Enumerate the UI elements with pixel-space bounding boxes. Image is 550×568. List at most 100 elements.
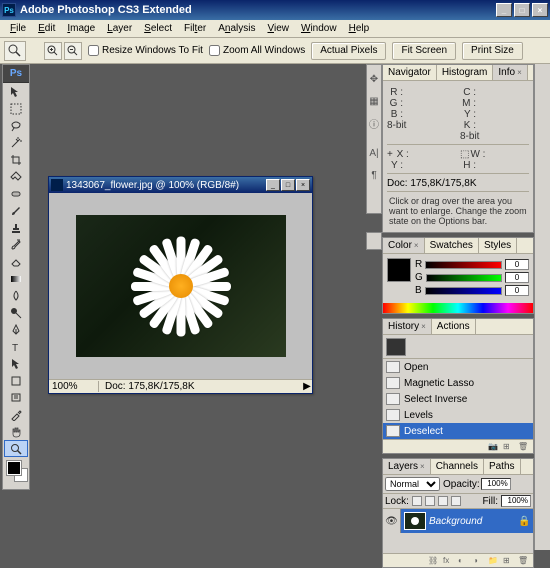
menu-layer[interactable]: Layer: [101, 21, 138, 36]
g-slider[interactable]: [426, 274, 502, 282]
delete-layer-button[interactable]: 🗑: [518, 556, 530, 566]
type-tool[interactable]: T: [4, 338, 28, 355]
visibility-toggle[interactable]: 👁: [383, 509, 401, 533]
opacity-value[interactable]: 100%: [481, 478, 511, 490]
navigator-tab[interactable]: Navigator: [383, 65, 437, 80]
spectrum-ramp[interactable]: [383, 303, 533, 313]
image-canvas[interactable]: [76, 215, 286, 357]
blend-mode-select[interactable]: Normal: [385, 477, 440, 491]
menu-image[interactable]: Image: [61, 21, 101, 36]
brush-tool[interactable]: [4, 202, 28, 219]
ps-badge[interactable]: Ps: [3, 65, 29, 83]
marquee-tool[interactable]: [4, 100, 28, 117]
layer-name[interactable]: Background: [429, 516, 518, 527]
menu-window[interactable]: Window: [295, 21, 343, 36]
blur-tool[interactable]: [4, 287, 28, 304]
info-dock-icon[interactable]: ⓘ: [367, 113, 381, 133]
color-swatches[interactable]: [3, 459, 29, 485]
resize-windows-checkbox[interactable]: Resize Windows To Fit: [88, 45, 203, 56]
right-dock-edge[interactable]: [534, 64, 550, 550]
actual-pixels-button[interactable]: Actual Pixels: [311, 42, 386, 60]
styles-tab[interactable]: Styles: [479, 238, 517, 253]
link-layers-button[interactable]: ⛓: [428, 556, 440, 566]
menu-analysis[interactable]: Analysis: [212, 21, 261, 36]
swatches-tab[interactable]: Swatches: [425, 238, 479, 253]
history-item-open[interactable]: Open: [383, 359, 533, 375]
zoom-out-mode[interactable]: [64, 42, 82, 60]
color-swatch[interactable]: [387, 258, 411, 282]
shape-tool[interactable]: [4, 372, 28, 389]
slice-tool[interactable]: [4, 168, 28, 185]
zoom-field[interactable]: 100%: [49, 381, 99, 392]
color-tab[interactable]: Color×: [383, 238, 425, 253]
r-value[interactable]: 0: [505, 259, 529, 270]
print-size-button[interactable]: Print Size: [462, 42, 523, 60]
layer-thumbnail[interactable]: [404, 512, 426, 530]
history-item-select-inverse[interactable]: Select Inverse: [383, 391, 533, 407]
doc-close-button[interactable]: ×: [296, 179, 310, 191]
minimize-button[interactable]: _: [496, 3, 512, 17]
eyedropper-tool[interactable]: [4, 406, 28, 423]
wand-tool[interactable]: [4, 134, 28, 151]
doc-size-info[interactable]: Doc: 175,8K/175,8K: [99, 381, 302, 392]
zoom-all-checkbox[interactable]: Zoom All Windows: [209, 45, 305, 56]
foreground-color-swatch[interactable]: [7, 461, 21, 475]
history-brush-tool[interactable]: [4, 236, 28, 253]
fill-value[interactable]: 100%: [501, 495, 531, 507]
layer-background[interactable]: 👁 Background 🔒: [383, 509, 533, 533]
pen-tool[interactable]: [4, 321, 28, 338]
document-window[interactable]: 1343067_flower.jpg @ 100% (RGB/8#) _ □ ×: [48, 176, 313, 394]
dodge-tool[interactable]: [4, 304, 28, 321]
path-select-tool[interactable]: [4, 355, 28, 372]
document-title-bar[interactable]: 1343067_flower.jpg @ 100% (RGB/8#) _ □ ×: [49, 177, 312, 193]
menu-help[interactable]: Help: [343, 21, 376, 36]
lock-transparency-button[interactable]: [412, 496, 422, 506]
channels-tab[interactable]: Channels: [431, 459, 484, 474]
history-item-deselect[interactable]: Deselect: [383, 423, 533, 439]
layers-tab[interactable]: Layers×: [383, 459, 431, 474]
history-item-lasso[interactable]: Magnetic Lasso: [383, 375, 533, 391]
crop-tool[interactable]: [4, 151, 28, 168]
actions-tab[interactable]: Actions: [432, 319, 476, 334]
move-tool[interactable]: [4, 83, 28, 100]
b-value[interactable]: 0: [505, 285, 529, 296]
menu-view[interactable]: View: [261, 21, 295, 36]
menu-file[interactable]: File: [4, 21, 32, 36]
eraser-tool[interactable]: [4, 253, 28, 270]
lock-all-button[interactable]: [451, 496, 461, 506]
new-snapshot-button[interactable]: 📷: [488, 442, 500, 452]
healing-tool[interactable]: [4, 185, 28, 202]
status-menu-button[interactable]: ▶: [302, 381, 312, 392]
lasso-tool[interactable]: [4, 117, 28, 134]
lock-pixels-button[interactable]: [425, 496, 435, 506]
maximize-button[interactable]: □: [514, 3, 530, 17]
snapshot-thumb[interactable]: [386, 338, 406, 356]
layer-style-button[interactable]: fx: [443, 556, 455, 566]
fit-screen-button[interactable]: Fit Screen: [392, 42, 456, 60]
history-item-levels[interactable]: Levels: [383, 407, 533, 423]
navigator-dock-icon[interactable]: ✥: [367, 69, 381, 89]
menu-edit[interactable]: Edit: [32, 21, 61, 36]
new-group-button[interactable]: 📁: [488, 556, 500, 566]
layer-mask-button[interactable]: ◐: [458, 556, 470, 566]
doc-maximize-button[interactable]: □: [281, 179, 295, 191]
collapsed-dock-1[interactable]: [366, 232, 382, 250]
info-tab[interactable]: Info×: [493, 65, 527, 80]
lock-position-button[interactable]: [438, 496, 448, 506]
gradient-tool[interactable]: [4, 270, 28, 287]
new-state-button[interactable]: ⊞: [503, 442, 515, 452]
r-slider[interactable]: [425, 261, 502, 269]
new-layer-button[interactable]: ⊞: [503, 556, 515, 566]
hand-tool[interactable]: [4, 423, 28, 440]
b-slider[interactable]: [425, 287, 502, 295]
histogram-tab[interactable]: Histogram: [437, 65, 494, 80]
zoom-in-mode[interactable]: [44, 42, 62, 60]
paths-tab[interactable]: Paths: [484, 459, 521, 474]
close-button[interactable]: ×: [532, 3, 548, 17]
menu-filter[interactable]: Filter: [178, 21, 212, 36]
menu-select[interactable]: Select: [138, 21, 178, 36]
notes-tool[interactable]: [4, 389, 28, 406]
g-value[interactable]: 0: [505, 272, 529, 283]
character-dock-icon[interactable]: A|: [367, 143, 381, 163]
canvas-area[interactable]: [49, 193, 312, 379]
